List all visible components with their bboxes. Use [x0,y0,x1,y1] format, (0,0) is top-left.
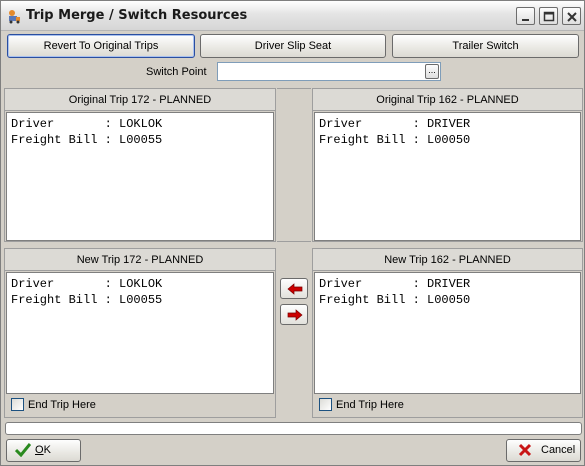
ok-label-rest: K [43,444,51,456]
x-icon [518,443,532,457]
new-trip-left-title: New Trip 172 - PLANNED [5,249,275,271]
new-trip-right-title: New Trip 162 - PLANNED [313,249,582,271]
maximize-button[interactable] [539,7,558,25]
original-trip-left-panel: Original Trip 172 - PLANNED Driver : LOK… [4,88,276,242]
close-button[interactable] [562,7,581,25]
end-trip-left-label: End Trip Here [28,399,96,411]
minimize-button[interactable] [516,7,535,25]
new-trip-right-panel: New Trip 162 - PLANNED Driver : DRIVER F… [312,248,583,418]
ok-button[interactable]: OK [6,439,81,462]
check-icon [15,443,31,457]
new-trip-right-text[interactable]: Driver : DRIVER Freight Bill : L00050 [314,272,581,394]
original-trip-left-text[interactable]: Driver : LOKLOK Freight Bill : L00055 [6,112,274,241]
revert-to-original-trips-button[interactable]: Revert To Original Trips [7,34,195,58]
truck-icon [6,8,22,24]
original-trip-left-title: Original Trip 172 - PLANNED [5,89,275,111]
driver-slip-seat-button[interactable]: Driver Slip Seat [200,34,386,58]
ok-mnemonic: O [35,444,44,456]
switch-point-input[interactable] [217,62,441,81]
cancel-label: Cancel [541,444,576,456]
middle-divider-bottom [277,248,311,418]
new-trip-left-panel: New Trip 172 - PLANNED Driver : LOKLOK F… [4,248,276,418]
original-trip-right-title: Original Trip 162 - PLANNED [313,89,582,111]
new-trip-left-text[interactable]: Driver : LOKLOK Freight Bill : L00055 [6,272,274,394]
move-left-button[interactable] [280,278,308,299]
end-trip-right-label: End Trip Here [336,399,404,411]
switch-point-lookup-button[interactable]: ... [425,64,439,79]
window-title: Trip Merge / Switch Resources [26,8,248,23]
end-trip-left-checkbox[interactable]: End Trip Here [11,397,96,413]
checkbox-box[interactable] [319,398,332,411]
original-trip-right-text[interactable]: Driver : DRIVER Freight Bill : L00050 [314,112,581,241]
switch-point-label: Switch Point [146,66,207,78]
status-bar [5,422,582,435]
checkbox-box[interactable] [11,398,24,411]
trailer-switch-button[interactable]: Trailer Switch [392,34,579,58]
ok-label: OK [35,444,51,456]
move-right-button[interactable] [280,304,308,325]
middle-divider-top [277,88,311,242]
cancel-button[interactable]: Cancel [506,439,581,462]
original-trip-right-panel: Original Trip 162 - PLANNED Driver : DRI… [312,88,583,242]
title-bar: Trip Merge / Switch Resources [1,1,584,31]
trip-merge-window: Trip Merge / Switch Resources Revert To … [0,0,585,466]
arrow-left-icon [287,283,303,295]
end-trip-right-checkbox[interactable]: End Trip Here [319,397,404,413]
arrow-right-icon [287,309,303,321]
